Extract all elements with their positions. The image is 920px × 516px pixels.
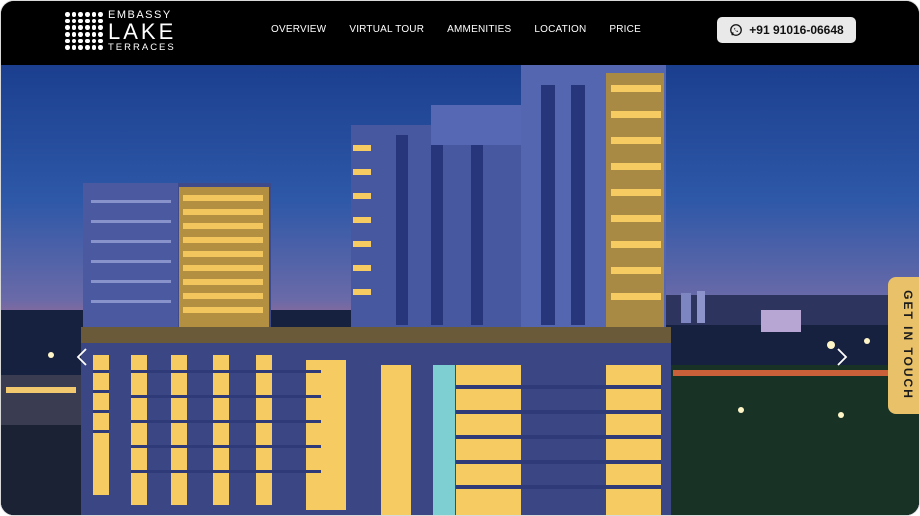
get-in-touch-button[interactable]: GET IN TOUCH <box>888 277 919 414</box>
right-tower <box>351 65 666 335</box>
phone-button[interactable]: +91 91016-06648 <box>717 17 856 43</box>
brand-logo[interactable]: EMBASSY LAKE TERRACES <box>65 9 177 53</box>
phone-number: +91 91016-06648 <box>749 23 844 37</box>
page-frame: EMBASSY LAKE TERRACES OVERVIEW VIRTUAL T… <box>0 0 920 516</box>
chevron-left-icon[interactable] <box>73 347 93 367</box>
brand-line-2: LAKE <box>108 18 177 44</box>
get-in-touch-label: GET IN TOUCH <box>901 290 915 400</box>
chevron-right-icon[interactable] <box>831 347 851 367</box>
nav-amenities[interactable]: AMMENITIES <box>447 24 511 35</box>
main-menu: OVERVIEW VIRTUAL TOUR AMMENITIES LOCATIO… <box>271 24 664 35</box>
nav-price[interactable]: PRICE <box>609 24 641 35</box>
brand-name: EMBASSY LAKE TERRACES <box>108 9 177 53</box>
logo-mark-icon <box>65 12 103 50</box>
nav-virtual-tour[interactable]: VIRTUAL TOUR <box>349 24 424 35</box>
podium-building <box>81 327 671 515</box>
nav-overview[interactable]: OVERVIEW <box>271 24 326 35</box>
whatsapp-icon <box>730 24 743 36</box>
hero-image <box>1 65 919 515</box>
hero-slider <box>1 65 919 515</box>
brand-line-3: TERRACES <box>108 41 176 53</box>
navbar: EMBASSY LAKE TERRACES OVERVIEW VIRTUAL T… <box>1 1 919 65</box>
left-tower <box>83 183 271 333</box>
nav-location[interactable]: LOCATION <box>534 24 586 35</box>
